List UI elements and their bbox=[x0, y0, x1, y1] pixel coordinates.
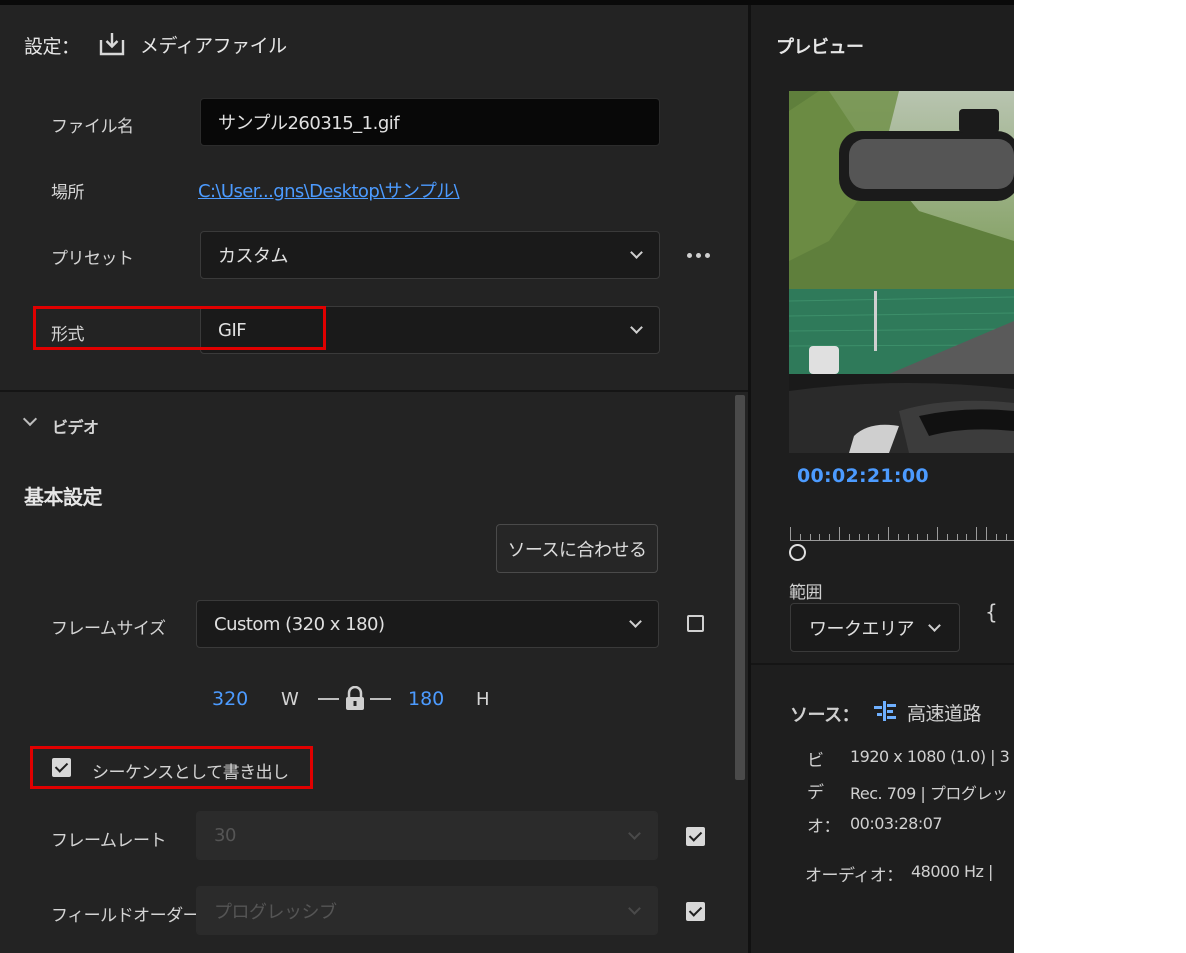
timeline-tick bbox=[946, 534, 948, 541]
timeline-tick bbox=[995, 534, 997, 541]
timeline-tick bbox=[868, 534, 870, 541]
color-info-value: Rec. 709 | プログレッ bbox=[850, 784, 1008, 803]
height-value[interactable]: 180 bbox=[408, 688, 444, 710]
duration-value: 00:03:28:07 bbox=[850, 814, 943, 833]
timeline-tick bbox=[927, 534, 929, 541]
timeline-tick bbox=[986, 527, 987, 540]
in-point-icon[interactable]: { bbox=[985, 600, 998, 624]
frame-size-checkbox[interactable] bbox=[687, 615, 704, 632]
source-name: 高速道路 bbox=[907, 703, 982, 725]
frame-rate-checkbox[interactable] bbox=[686, 827, 705, 846]
frame-rate-label: フレームレート bbox=[51, 831, 167, 851]
playhead-handle[interactable] bbox=[789, 544, 806, 561]
preset-label: プリセット bbox=[51, 249, 134, 269]
timeline-tick bbox=[799, 534, 801, 541]
field-order-label: フィールドオーダー bbox=[51, 906, 200, 926]
timeline-tick bbox=[1005, 534, 1007, 541]
color-info-prefix: デ bbox=[807, 783, 824, 803]
range-dropdown[interactable]: ワークエリア bbox=[790, 603, 960, 652]
timeline-tick bbox=[907, 534, 909, 541]
settings-scrollbar[interactable] bbox=[735, 395, 745, 780]
timeline-tick bbox=[839, 527, 840, 540]
filename-input[interactable]: サンプル260315_1.gif bbox=[200, 98, 660, 146]
chevron-down-icon bbox=[928, 618, 941, 632]
timeline-tick bbox=[878, 534, 880, 541]
video-info-prefix: ビ bbox=[807, 751, 824, 771]
timeline-tick bbox=[897, 534, 899, 541]
audio-value: 48000 Hz | bbox=[911, 862, 993, 881]
range-label: 範囲 bbox=[789, 583, 823, 603]
timeline-tick bbox=[790, 527, 791, 540]
field-order-value: プログレッシブ bbox=[214, 901, 337, 923]
basic-settings-heading: 基本設定 bbox=[24, 485, 103, 509]
link-line-right bbox=[370, 698, 391, 700]
preview-video-frame bbox=[789, 91, 1014, 453]
timeline-tick bbox=[829, 534, 831, 541]
chevron-down-icon bbox=[628, 826, 641, 840]
sequence-icon bbox=[872, 699, 898, 723]
frame-size-value: Custom (320 x 180) bbox=[214, 613, 385, 635]
preview-divider bbox=[751, 663, 1014, 665]
audio-label: オーディオ： bbox=[805, 866, 903, 886]
settings-title: 設定： bbox=[24, 36, 80, 58]
media-file-label: メディアファイル bbox=[140, 35, 287, 57]
timeline-tick bbox=[858, 534, 860, 541]
timeline-tick bbox=[809, 534, 811, 541]
section-divider bbox=[0, 390, 748, 392]
timeline-tick bbox=[966, 534, 968, 541]
video-info-value: 1920 x 1080 (1.0) | 3 bbox=[850, 747, 1010, 766]
field-order-checkbox[interactable] bbox=[686, 902, 705, 921]
location-link[interactable]: C:\User...gns\Desktop\サンプル\ bbox=[198, 177, 460, 203]
timeline-tick bbox=[917, 534, 919, 541]
timeline-tick bbox=[888, 527, 889, 540]
timeline-tick bbox=[819, 534, 821, 541]
preset-dropdown[interactable]: カスタム bbox=[200, 231, 660, 279]
video-section-label[interactable]: ビデオ bbox=[52, 414, 99, 438]
export-settings-window: 設定： メディアファイル ファイル名 サンプル260315_1.gif 場所 C… bbox=[0, 0, 1014, 953]
lock-icon[interactable] bbox=[344, 685, 366, 712]
height-unit: H bbox=[476, 689, 490, 710]
link-line-left bbox=[318, 698, 339, 700]
chevron-down-icon bbox=[629, 615, 642, 628]
width-value[interactable]: 320 bbox=[212, 688, 248, 710]
preview-timecode[interactable]: 00:02:21:00 bbox=[797, 465, 929, 487]
timeline-tick bbox=[848, 534, 850, 541]
preview-title: プレビュー bbox=[776, 37, 864, 58]
preset-value: カスタム bbox=[218, 246, 289, 267]
frame-size-label: フレームサイズ bbox=[51, 619, 166, 639]
field-order-dropdown: プログレッシブ bbox=[196, 886, 658, 935]
location-label: 場所 bbox=[51, 183, 85, 203]
chevron-down-icon bbox=[630, 321, 643, 334]
download-icon[interactable] bbox=[98, 31, 126, 57]
more-options-icon[interactable] bbox=[687, 253, 710, 258]
chevron-down-icon bbox=[628, 901, 641, 915]
match-source-button[interactable]: ソースに合わせる bbox=[496, 524, 658, 573]
frame-rate-dropdown: 30 bbox=[196, 811, 658, 860]
width-unit: W bbox=[281, 689, 299, 710]
timeline-tick bbox=[937, 527, 938, 540]
duration-prefix: オ： bbox=[807, 817, 841, 837]
timeline-tick bbox=[976, 527, 978, 540]
chevron-down-icon bbox=[630, 246, 643, 259]
filename-label: ファイル名 bbox=[51, 117, 134, 137]
range-value: ワークエリア bbox=[809, 618, 915, 640]
frame-rate-value: 30 bbox=[214, 825, 236, 846]
highlight-export-sequence bbox=[30, 746, 313, 789]
timeline-tick bbox=[956, 534, 958, 541]
frame-size-dropdown[interactable]: Custom (320 x 180) bbox=[196, 600, 659, 648]
source-label: ソース： bbox=[790, 705, 860, 726]
timeline-ruler[interactable] bbox=[790, 540, 1014, 541]
highlight-format bbox=[33, 306, 326, 350]
